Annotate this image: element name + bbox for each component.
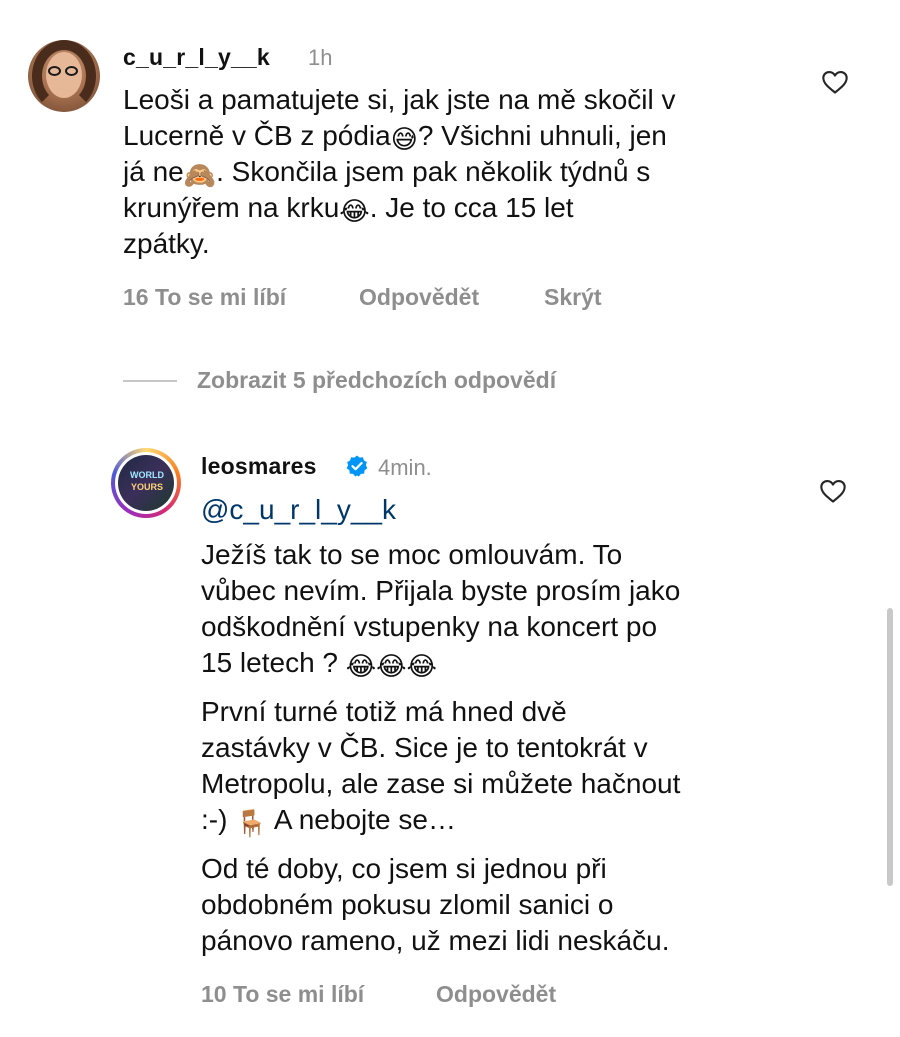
comment-text-line: :-) 🪑 A nebojte se… [201, 804, 456, 838]
like-heart-icon[interactable] [818, 477, 848, 505]
comment-text-line: odškodnění vstupenky na koncert po [201, 611, 658, 642]
comment-text-line: První turné totiž má hned dvě [201, 696, 567, 727]
sweat-smile-emoji-icon: 😅 [390, 124, 418, 154]
comment-text-line: Ježíš tak to se moc omlouvám. To [201, 539, 623, 570]
likes-count-link[interactable]: 16 To se mi líbí [123, 284, 286, 311]
replies-divider [123, 380, 177, 382]
comment-text-line: zastávky v ČB. Sice je to tentokrát v [201, 732, 648, 763]
comment-text-line: Leoši a pamatujete si, jak jste na mě sk… [123, 84, 676, 115]
likes-count-link[interactable]: 10 To se mi líbí [201, 981, 364, 1008]
comment-text-line: já ne🙈. Skončila jsem pak několik týdnů … [123, 156, 651, 190]
comment-text-line: pánovo rameno, už mezi lidi neskáču. [201, 925, 670, 956]
see-no-evil-monkey-emoji-icon: 🙈 [183, 160, 217, 190]
comment-text-line: vůbec nevím. Přijala byste prosím jako [201, 575, 681, 606]
comment-username[interactable]: c_u_r_l_y__k [123, 44, 270, 71]
user-avatar-leosmares[interactable]: WORLD YOURS [118, 455, 174, 511]
tears-of-joy-emoji-icon: 😂 [339, 196, 370, 226]
mention-link[interactable]: @c_u_r_l_y__k [201, 492, 396, 528]
hide-button[interactable]: Skrýt [544, 284, 602, 311]
chair-emoji-icon: 🪑 [235, 808, 268, 838]
reply-button[interactable]: Odpovědět [436, 981, 556, 1008]
avatar-text: WORLD [130, 470, 164, 480]
comment-username[interactable]: leosmares [201, 453, 317, 480]
reply-button[interactable]: Odpovědět [359, 284, 479, 311]
comment-text-line: zpátky. [123, 228, 210, 259]
scrollbar[interactable] [887, 608, 893, 886]
comment-text-line: 15 letech ? 😂😂😂 [201, 647, 437, 681]
avatar-glasses [48, 66, 80, 76]
comment-timestamp: 1h [308, 45, 333, 70]
comment-text-line: Metropolu, ale zase si můžete hačnout [201, 768, 681, 799]
view-previous-replies-button[interactable]: Zobrazit 5 předchozích odpovědí [197, 367, 556, 394]
tears-of-joy-emoji-icon: 😂😂😂 [345, 651, 437, 681]
avatar-text: YOURS [130, 482, 163, 492]
comment-timestamp: 4min. [378, 455, 432, 480]
comment-text-line: obdobném pokusu zlomil sanici o [201, 889, 614, 920]
comment-text-line: Lucerně v ČB z pódia😅? Všichni uhnuli, j… [123, 120, 667, 154]
comment-text-line: krunýřem na krku😂. Je to cca 15 let [123, 192, 574, 226]
like-heart-icon[interactable] [820, 68, 850, 96]
user-avatar-c_u_r_l_y__k[interactable] [28, 40, 100, 112]
verified-badge-icon [346, 455, 368, 477]
comment-text-line: Od té doby, co jsem si jednou při [201, 853, 607, 884]
